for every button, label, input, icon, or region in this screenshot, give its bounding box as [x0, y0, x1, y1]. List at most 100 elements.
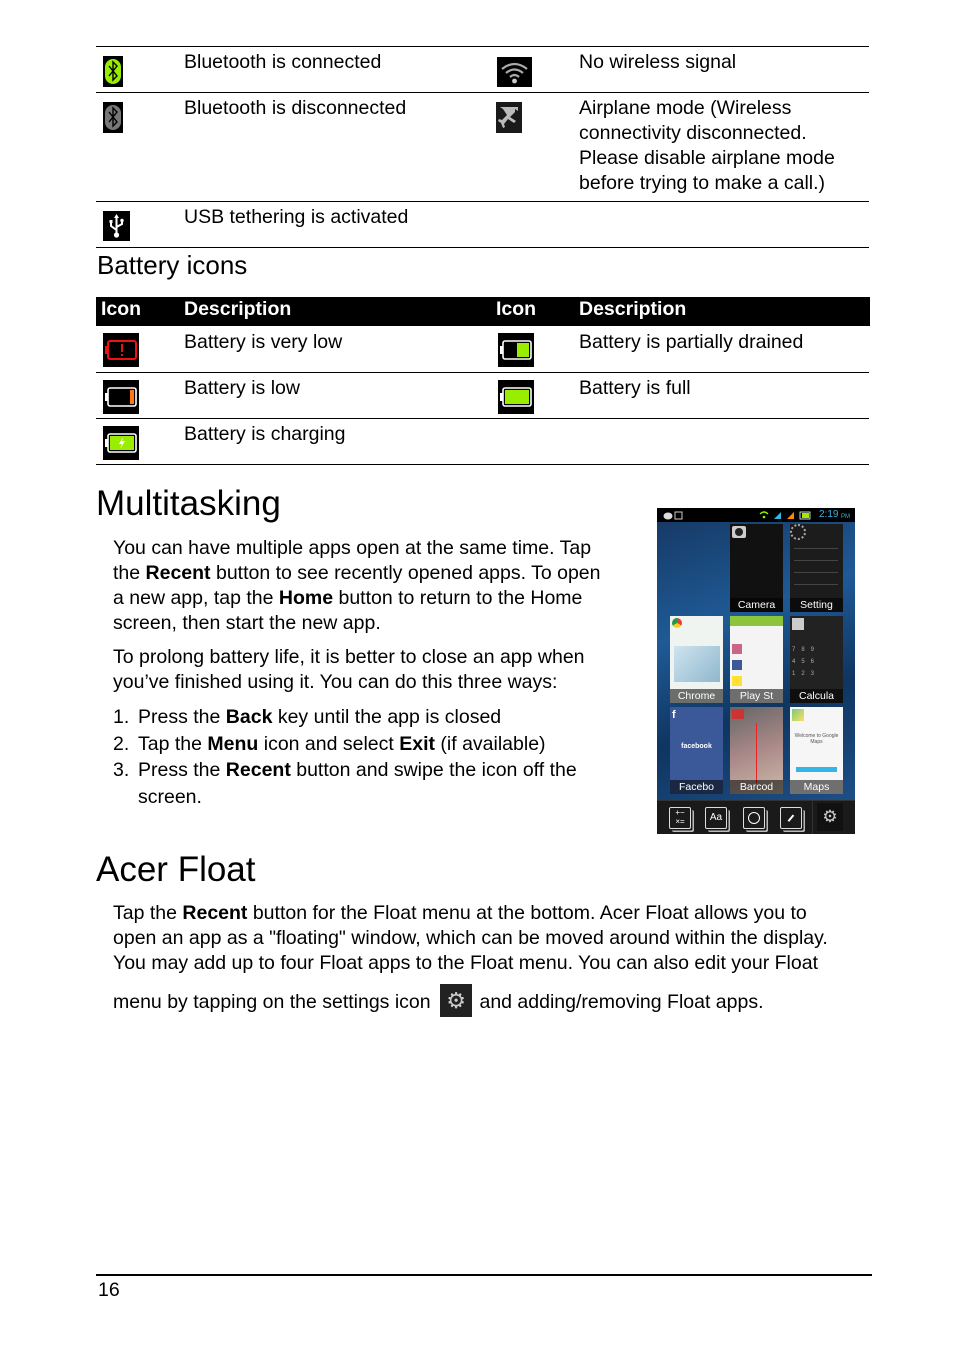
menu-term: Menu [207, 732, 259, 755]
app-label: Play St [730, 689, 783, 703]
keypad: 789 456 123 [792, 647, 821, 677]
recent-app-card-facebook[interactable]: f facebook Facebo [670, 707, 723, 794]
status-time: 2:19 [819, 509, 839, 520]
text-run: button to return to the Home [333, 587, 583, 609]
app-label: Facebo [670, 780, 723, 794]
text-line: before trying to make a call.) [579, 172, 826, 194]
cloud-upload-icon [663, 511, 683, 520]
recent-term: Recent [225, 759, 291, 781]
column-header-icon: Icon [101, 298, 142, 320]
row-description: Battery is partially drained [579, 331, 804, 353]
text-run: (if available) [435, 732, 546, 755]
chrome-app-icon [672, 618, 682, 628]
app-label: Setting [790, 598, 843, 612]
exit-term: Exit [399, 732, 435, 755]
app-label: Chrome [670, 689, 723, 703]
back-term: Back [225, 706, 273, 728]
maps-accept-button [796, 767, 837, 772]
status-icons [759, 511, 811, 520]
table-rule [96, 92, 869, 93]
battery-low-icon [103, 380, 139, 414]
settings-icon[interactable]: ⚙ [817, 803, 843, 831]
row-description: No wireless signal [579, 51, 737, 73]
acer-float-heading: Acer Float [96, 850, 256, 889]
text-run: Tap the [138, 732, 208, 755]
recent-app-card-chrome[interactable]: Chrome [670, 616, 723, 703]
row-description-multiline: Airplane mode (Wireless connectivity dis… [579, 96, 835, 196]
float-menu-bar: +− ×= Aa ⚙ [657, 800, 855, 834]
battery-very-low-icon [103, 333, 139, 367]
table-rule [96, 46, 869, 47]
text-line: You can have multiple apps open at the s… [113, 537, 592, 559]
status-bar: 2:19 PM [657, 508, 855, 522]
recent-app-card-maps[interactable]: Welcome to Google Maps Maps [790, 707, 843, 794]
table-rule [96, 464, 869, 465]
text-run: and adding/removing Float apps. [479, 991, 764, 1013]
settings-app-icon [790, 524, 806, 540]
page-number: 16 [98, 1279, 120, 1301]
multitasking-heading: Multitasking [96, 484, 281, 523]
text-run: button and swipe the icon off the [290, 759, 577, 781]
no-wireless-signal-icon [497, 57, 532, 87]
row-description: Battery is full [579, 377, 691, 399]
facebook-app-icon: f [672, 709, 676, 721]
row-description: Bluetooth is disconnected [184, 97, 407, 119]
settings-icon: ⚙ [440, 984, 473, 1017]
clock-float-icon[interactable] [780, 807, 802, 829]
text-line: Airplane mode (Wireless [579, 97, 792, 119]
text-run: button to see recently opened apps. To o… [210, 562, 601, 584]
note-float-icon[interactable]: Aa [705, 807, 727, 829]
text-line: the Recent button to see recently opened… [113, 561, 643, 586]
list-item: 1. Press the Back key until the app is c… [113, 704, 633, 731]
row-description: Battery is very low [184, 331, 343, 353]
app-label: Calcula [790, 689, 843, 703]
maps-welcome-text: Welcome to Google Maps [794, 733, 839, 745]
column-header-icon: Icon [496, 298, 537, 320]
recent-app-card-barcode[interactable]: Barcod [730, 707, 783, 794]
list-number: 1. [113, 706, 130, 728]
text-run: Press the [138, 706, 226, 728]
text-line: open an app as a "floating" window, whic… [113, 927, 828, 949]
table-rule [96, 372, 869, 373]
text-run: key until the app is closed [272, 706, 502, 728]
recent-app-card-settings[interactable]: Setting [790, 524, 843, 612]
recent-app-card-calculator[interactable]: 789 456 123 Calcula [790, 616, 843, 703]
list-number: 3. [113, 759, 130, 781]
list-item: 2. Tap the Menu icon and select Exit (if… [113, 731, 633, 758]
recent-app-card-camera[interactable]: Camera [730, 524, 783, 612]
battery-partially-drained-icon [498, 333, 534, 367]
table-rule [96, 418, 869, 419]
table-rule [96, 201, 869, 202]
table-header: Icon Description Icon Description [96, 297, 870, 326]
column-header-description: Description [579, 298, 687, 320]
battery-full-icon [498, 380, 534, 414]
text-run: the [113, 562, 146, 584]
bluetooth-disconnected-icon [103, 102, 123, 133]
footer-rule [96, 1274, 872, 1276]
row-description: Battery is charging [184, 423, 346, 445]
bluetooth-connected-icon [103, 56, 123, 87]
list-number: 2. [113, 732, 130, 755]
battery-charging-icon [103, 426, 139, 460]
recent-app-card-play-store[interactable]: Play St [730, 616, 783, 703]
recent-term: Recent [182, 902, 248, 924]
usb-tethering-icon [103, 211, 130, 241]
calculator-app-icon [792, 618, 804, 630]
close-app-steps-list: 1. Press the Back key until the app is c… [113, 704, 633, 810]
battery-icons-heading: Battery icons [97, 250, 248, 280]
text-line: connectivity disconnected. [579, 122, 807, 144]
recent-term: Recent [145, 562, 211, 584]
column-header-description: Description [184, 298, 292, 320]
text-run: Press the [138, 759, 226, 781]
recent-apps-screenshot: 2:19 PM Camera Setting Chrome Play St 78… [657, 508, 855, 834]
multitasking-paragraph-2: To prolong battery life, it is better to… [113, 645, 643, 695]
app-label: Camera [730, 598, 783, 612]
calculator-float-icon[interactable]: +− ×= [669, 807, 691, 829]
maps-app-icon [792, 709, 804, 721]
acer-float-paragraph: Tap the Recent button for the Float menu… [113, 901, 873, 1023]
text-line: Tap the Recent button for the Float menu… [113, 901, 873, 926]
camera-float-icon[interactable] [743, 807, 765, 829]
text-line: menu by tapping on the settings icon ⚙ a… [113, 984, 873, 1023]
text-line: a new app, tap the Home button to return… [113, 586, 643, 611]
airplane-mode-icon [496, 102, 522, 133]
